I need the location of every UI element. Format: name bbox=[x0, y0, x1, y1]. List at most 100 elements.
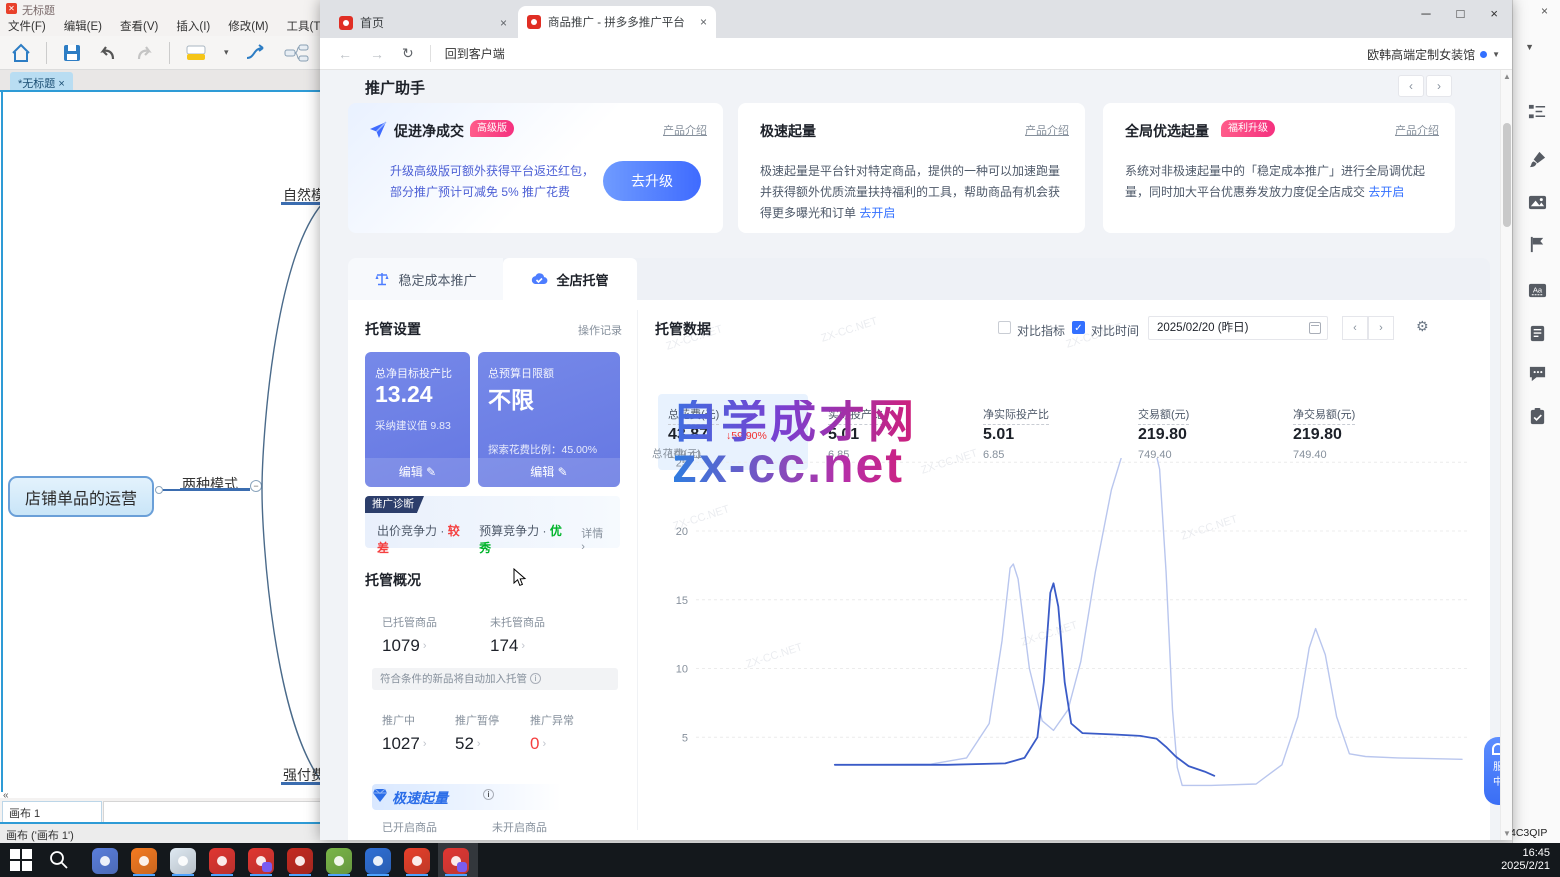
node-structure-icon[interactable] bbox=[283, 42, 309, 64]
product-intro-link[interactable]: 产品介绍 bbox=[1025, 122, 1069, 138]
canvas-tab-1[interactable]: 画布 1 bbox=[2, 801, 102, 823]
date-prev-button[interactable]: ‹ bbox=[1342, 316, 1368, 340]
scroll-up-icon[interactable]: ▲ bbox=[1501, 72, 1513, 81]
diagnosis-detail-link[interactable]: 详情 › bbox=[581, 525, 608, 553]
menu-insert[interactable]: 插入(I) bbox=[176, 18, 210, 34]
notice-text: 符合条件的新品将自动加入托管 bbox=[380, 673, 527, 685]
edit-button[interactable]: 编辑 ✎ bbox=[478, 458, 620, 487]
app-glyph bbox=[295, 856, 305, 866]
running-indicator bbox=[172, 874, 194, 876]
minimize-button[interactable]: ─ bbox=[1421, 6, 1430, 21]
stat-value[interactable]: 0› bbox=[530, 734, 574, 754]
task-clipboard-icon[interactable] bbox=[1528, 407, 1547, 426]
panel-close-icon[interactable]: × bbox=[1541, 4, 1548, 18]
toolbar-divider bbox=[169, 42, 170, 64]
scroll-down-icon[interactable]: ▼ bbox=[1501, 829, 1513, 838]
canvas-tab-collapse-icon[interactable]: « bbox=[3, 790, 9, 801]
taskbar-app-notepad[interactable] bbox=[170, 848, 196, 874]
mindmap-root-topic[interactable]: 店铺单品的运营 bbox=[8, 476, 154, 517]
mindmap-child-underline bbox=[180, 488, 250, 491]
upgrade-button[interactable]: 去升级 bbox=[603, 161, 701, 201]
product-intro-link[interactable]: 产品介绍 bbox=[1395, 122, 1439, 138]
redo-icon[interactable] bbox=[133, 42, 155, 64]
operation-log-link[interactable]: 操作记录 bbox=[578, 322, 622, 338]
image-icon[interactable] bbox=[1528, 193, 1547, 212]
doc-tab-untitled[interactable]: *无标题 × bbox=[10, 72, 73, 91]
taskbar-app-oracle[interactable] bbox=[287, 848, 313, 874]
shop-account[interactable]: 欧韩高端定制女装馆 ▼ bbox=[1367, 46, 1500, 63]
date-next-button[interactable]: › bbox=[1368, 316, 1394, 340]
taskbar-app-pinduoduo-promoter-active[interactable] bbox=[443, 848, 469, 874]
topic-shape-caret-icon[interactable]: ▾ bbox=[224, 47, 229, 58]
info-icon[interactable]: i bbox=[530, 673, 541, 684]
taskbar-app-green-app[interactable] bbox=[326, 848, 352, 874]
product-intro-link[interactable]: 产品介绍 bbox=[663, 122, 707, 138]
compare-metric-checkbox[interactable] bbox=[998, 321, 1011, 334]
panel-caret-icon[interactable]: ▼ bbox=[1525, 42, 1534, 52]
topic-shape-icon[interactable] bbox=[184, 42, 210, 64]
taskbar-app-orange-tool[interactable] bbox=[131, 848, 157, 874]
reload-button[interactable]: ↻ bbox=[402, 45, 414, 62]
maximize-button[interactable]: □ bbox=[1457, 6, 1465, 21]
open-link[interactable]: 去开启 bbox=[859, 206, 895, 220]
stat-value[interactable]: 1027› bbox=[382, 734, 427, 754]
tab-close-icon[interactable]: × bbox=[700, 15, 707, 29]
menu-tools[interactable]: 工具(T) bbox=[286, 18, 324, 34]
page-scrollbar[interactable]: ▲ ▼ bbox=[1500, 70, 1512, 840]
browser-window: 首页 × 商品推广 - 拼多多推广平台 × ─ □ × ← → ↻ 回到客户端 … bbox=[320, 0, 1512, 840]
edit-button[interactable]: 编辑 ✎ bbox=[365, 458, 470, 487]
promo-card-title: 全局优选起量 bbox=[1125, 121, 1209, 141]
font-style-icon[interactable]: Aa bbox=[1528, 281, 1547, 300]
paintbrush-icon[interactable] bbox=[1528, 150, 1547, 169]
marker-flag-icon[interactable] bbox=[1528, 235, 1547, 254]
taskbar-app-calculator[interactable] bbox=[92, 848, 118, 874]
date-picker[interactable]: 2025/02/20 (昨日) bbox=[1148, 316, 1328, 340]
taskbar-app-xmind[interactable] bbox=[404, 848, 430, 874]
stat-value[interactable]: 174› bbox=[490, 636, 545, 656]
scrollbar-thumb[interactable] bbox=[1503, 123, 1511, 227]
taskbar-app-pinduoduo-promoter[interactable] bbox=[248, 848, 274, 874]
main-panel: 稳定成本推广 全店托管 托管设置 操作记录 总净目标投产比 13.24 采纳建议… bbox=[348, 258, 1490, 840]
relationship-icon[interactable] bbox=[243, 42, 269, 64]
menu-file[interactable]: 文件(F) bbox=[8, 18, 46, 34]
carousel-prev-button[interactable]: ‹ bbox=[1398, 75, 1424, 97]
save-icon[interactable] bbox=[61, 42, 83, 64]
stat-value[interactable]: 1079› bbox=[382, 636, 437, 656]
notes-icon[interactable] bbox=[1528, 324, 1547, 343]
open-link[interactable]: 去开启 bbox=[1368, 185, 1404, 199]
carousel-next-button[interactable]: › bbox=[1426, 75, 1452, 97]
undo-icon[interactable] bbox=[97, 42, 119, 64]
comment-icon[interactable] bbox=[1528, 364, 1547, 383]
taskbar-clock[interactable]: 16:45 2025/2/21 bbox=[1501, 847, 1550, 873]
balance-scale-icon bbox=[374, 271, 390, 287]
back-to-client-link[interactable]: 回到客户端 bbox=[430, 45, 505, 62]
home-icon[interactable] bbox=[10, 42, 32, 64]
close-button[interactable]: × bbox=[1490, 6, 1498, 21]
compare-time-checkbox[interactable]: ✓ bbox=[1072, 321, 1085, 334]
menu-modify[interactable]: 修改(M) bbox=[228, 18, 268, 34]
search-icon[interactable] bbox=[48, 849, 70, 871]
mindmap-connector-dot[interactable] bbox=[155, 486, 163, 494]
spend-line-chart[interactable]: 30252015105 bbox=[650, 458, 1500, 798]
taskbar-app-pinduoduo-merchant[interactable] bbox=[209, 848, 235, 874]
tab-close-icon[interactable]: × bbox=[500, 16, 507, 30]
outline-structure-icon[interactable] bbox=[1528, 103, 1547, 122]
taskbar-app-blue-app[interactable] bbox=[365, 848, 391, 874]
customer-service-button[interactable]: 服 中 bbox=[1484, 737, 1500, 805]
svg-text:25: 25 bbox=[676, 458, 688, 469]
tab-full-store[interactable]: 全店托管 bbox=[503, 258, 637, 300]
tab-stable-cost[interactable]: 稳定成本推广 bbox=[348, 258, 503, 300]
start-button[interactable] bbox=[10, 849, 32, 871]
stat-value[interactable]: 52› bbox=[455, 734, 499, 754]
info-icon[interactable]: i bbox=[483, 789, 494, 800]
browser-tab-promotion[interactable]: 商品推广 - 拼多多推广平台 × bbox=[518, 6, 716, 38]
menu-view[interactable]: 查看(V) bbox=[120, 18, 158, 34]
mindmap-child-topic[interactable]: 两种模式 bbox=[182, 474, 238, 494]
back-button[interactable]: ← bbox=[338, 46, 352, 62]
gear-icon[interactable]: ⚙ bbox=[1416, 318, 1429, 335]
browser-tab-home[interactable]: 首页 × bbox=[330, 7, 516, 38]
menu-edit[interactable]: 编辑(E) bbox=[64, 18, 102, 34]
forward-button[interactable]: → bbox=[370, 46, 384, 62]
card-sub: 采纳建议值 9.83 bbox=[375, 418, 451, 433]
doc-tab-close-icon[interactable]: × bbox=[58, 78, 64, 90]
